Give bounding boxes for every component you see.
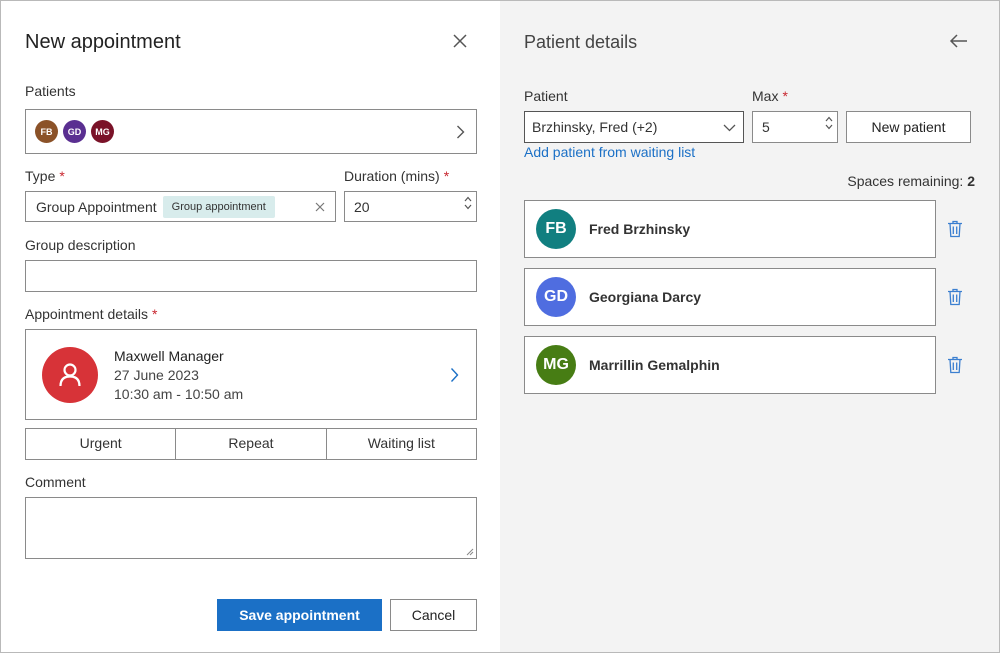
patient-card: GD Georgiana Darcy <box>524 268 936 326</box>
required-marker: * <box>782 88 788 104</box>
appointment-details-label-text: Appointment details <box>25 306 148 322</box>
patients-selector[interactable]: FB GD MG <box>25 109 477 154</box>
comment-label: Comment <box>25 474 86 490</box>
appointment-details-card[interactable]: Maxwell Manager 27 June 2023 10:30 am - … <box>25 329 477 420</box>
patient-name: Fred Brzhinsky <box>589 221 691 237</box>
save-appointment-button[interactable]: Save appointment <box>217 599 382 631</box>
max-label-text: Max <box>752 88 779 104</box>
chevron-right-icon <box>450 368 459 382</box>
avatar: MG <box>91 120 114 143</box>
appointment-window: New appointment Patients FB GD MG Type * … <box>0 0 1000 653</box>
repeat-toggle[interactable]: Repeat <box>176 429 327 459</box>
stepper-up-icon[interactable] <box>825 116 833 122</box>
avatar: MG <box>536 345 576 385</box>
patient-card: FB Fred Brzhinsky <box>524 200 936 258</box>
clinician-name: Maxwell Manager <box>114 348 224 364</box>
appointment-details-label: Appointment details * <box>25 306 157 322</box>
duration-label: Duration (mins) * <box>344 168 449 184</box>
user-icon <box>59 363 81 387</box>
back-arrow-icon[interactable] <box>949 33 969 49</box>
required-marker: * <box>443 168 450 184</box>
type-label: Type * <box>25 168 65 184</box>
required-marker: * <box>59 168 65 184</box>
type-select[interactable]: Group Appointment Group appointment <box>25 191 336 222</box>
required-marker: * <box>151 306 158 322</box>
stepper-up-icon[interactable] <box>464 196 472 202</box>
group-description-input[interactable] <box>25 260 477 292</box>
trash-icon[interactable] <box>947 288 963 306</box>
group-description-label: Group description <box>25 237 136 253</box>
patient-card: MG Marrillin Gemalphin <box>524 336 936 394</box>
patient-details-panel: Patient details Patient Brzhinsky, Fred … <box>500 1 999 652</box>
waiting-list-toggle[interactable]: Waiting list <box>326 429 476 459</box>
trash-icon[interactable] <box>947 356 963 374</box>
urgent-toggle[interactable]: Urgent <box>26 429 177 459</box>
cancel-button[interactable]: Cancel <box>390 599 477 631</box>
spaces-remaining: Spaces remaining: 2 <box>847 173 975 189</box>
clear-icon[interactable] <box>315 202 325 212</box>
avatar <box>42 347 98 403</box>
chevron-right-icon <box>457 125 465 139</box>
new-appointment-panel: New appointment Patients FB GD MG Type * … <box>1 1 500 652</box>
panel-title: New appointment <box>25 31 181 53</box>
resize-handle-icon[interactable] <box>466 548 474 556</box>
max-stepper[interactable] <box>825 116 833 130</box>
type-chip: Group appointment <box>162 195 275 218</box>
max-value: 5 <box>762 119 770 135</box>
stepper-down-icon[interactable] <box>825 124 833 130</box>
spaces-remaining-count: 2 <box>967 173 975 189</box>
patient-name: Georgiana Darcy <box>589 289 702 305</box>
close-icon[interactable] <box>452 33 468 49</box>
type-value: Group Appointment <box>36 198 157 215</box>
duration-label-text: Duration (mins) <box>344 168 440 184</box>
patient-name: Marrillin Gemalphin <box>589 357 720 373</box>
appointment-time: 10:30 am - 10:50 am <box>114 386 244 402</box>
patient-label: Patient <box>524 88 568 104</box>
chevron-down-icon <box>723 124 736 132</box>
max-field[interactable]: 5 <box>752 111 838 143</box>
add-from-waiting-list-link[interactable]: Add patient from waiting list <box>524 144 695 160</box>
duration-value: 20 <box>354 198 370 215</box>
avatar: FB <box>536 209 576 249</box>
comment-textarea[interactable] <box>25 497 477 559</box>
panel-title: Patient details <box>524 32 638 52</box>
patient-select-value: Brzhinsky, Fred (+2) <box>532 119 658 135</box>
appointment-date: 27 June 2023 <box>114 367 199 383</box>
avatar: GD <box>63 120 86 143</box>
max-label: Max * <box>752 88 788 104</box>
stepper-down-icon[interactable] <box>464 204 472 210</box>
duration-stepper[interactable] <box>464 196 472 210</box>
trash-icon[interactable] <box>947 220 963 238</box>
spaces-remaining-label: Spaces remaining: <box>847 173 964 189</box>
avatar: FB <box>35 120 58 143</box>
patients-label: Patients <box>25 83 76 99</box>
patient-select[interactable]: Brzhinsky, Fred (+2) <box>524 111 744 143</box>
type-label-text: Type <box>25 168 56 184</box>
avatar: GD <box>536 277 576 317</box>
new-patient-button[interactable]: New patient <box>846 111 971 143</box>
duration-field[interactable]: 20 <box>344 191 477 222</box>
appointment-flags: Urgent Repeat Waiting list <box>25 428 477 460</box>
